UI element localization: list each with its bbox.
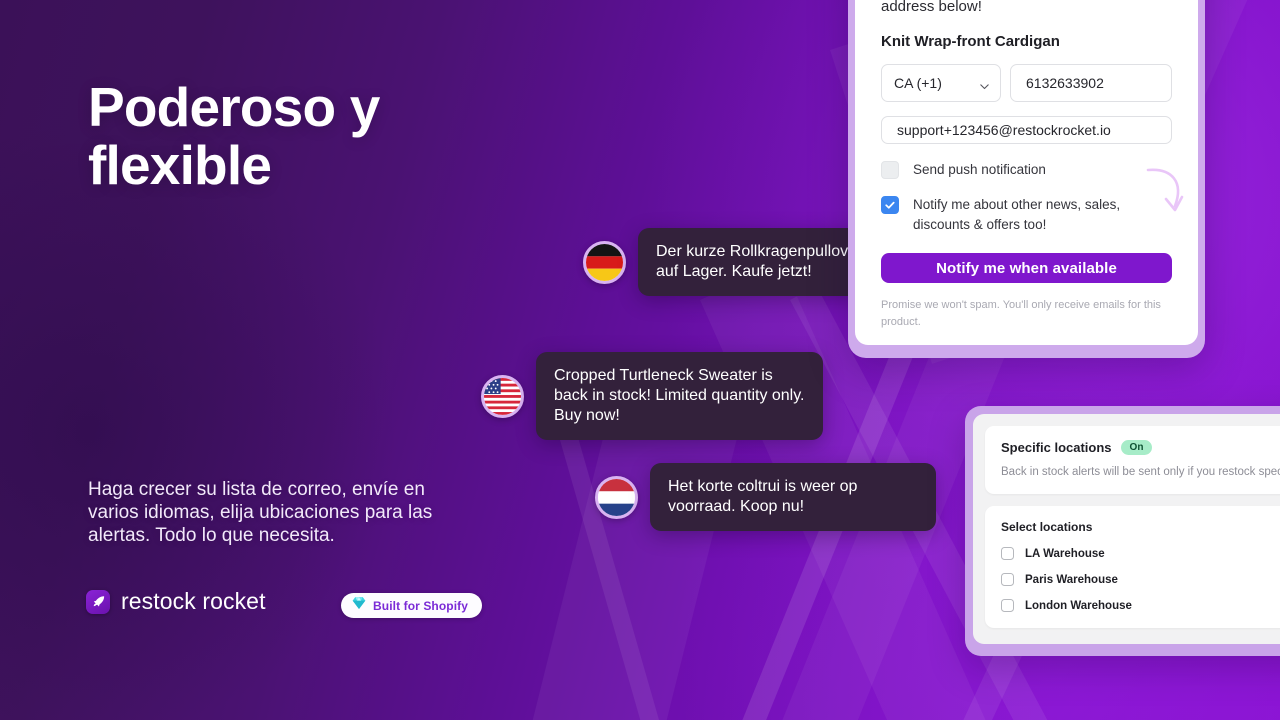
headline-line-1: Poderoso y [88,76,380,138]
gem-diamond-icon [351,595,367,616]
locations-card-frame: Specific locations On Back in stock aler… [965,406,1280,656]
status-badge: On [1120,440,1153,455]
select-locations-panel: Select locations LA Warehouse Paris Ware… [985,506,1280,628]
usa-flag-icon [481,374,524,418]
push-notification-label: Send push notification [913,162,1046,178]
product-title: Knit Wrap-front Cardigan [881,33,1060,50]
badge-label: Built for Shopify [373,598,469,613]
specific-locations-header: Specific locations On [1001,440,1280,455]
built-for-shopify-badge[interactable]: Built for Shopify [341,593,483,618]
signup-form-frame: address below! Knit Wrap-front Cardigan … [848,0,1205,358]
phone-number-input[interactable]: 6132633902 [1010,64,1172,102]
location-label: LA Warehouse [1025,547,1105,560]
background-glow-left [0,120,400,720]
hero-headline: Poderoso y flexible [88,78,518,194]
form-intro-text: address below! [881,0,982,15]
location-item[interactable]: London Warehouse [1001,599,1280,612]
notification-bubble-en: Cropped Turtleneck Sweater is back in st… [481,352,823,440]
brand-name: restock rocket [121,588,266,614]
push-notification-checkbox-row[interactable]: Send push notification [881,160,1172,180]
notify-me-button[interactable]: Notify me when available [881,253,1172,283]
germany-flag-icon [583,240,626,284]
location-checkbox-la[interactable] [1001,547,1014,560]
location-checkbox-london[interactable] [1001,599,1014,612]
location-label: London Warehouse [1025,599,1132,612]
netherlands-flag-icon [595,475,638,519]
location-item[interactable]: LA Warehouse [1001,547,1280,560]
location-checkbox-paris[interactable] [1001,573,1014,586]
marketing-banner: Poderoso y flexible Haga crecer su lista… [0,0,1280,720]
phone-input-row: CA (+1) 6132633902 [881,64,1172,102]
location-label: Paris Warehouse [1025,573,1118,586]
signup-form-card: address below! Knit Wrap-front Cardigan … [855,0,1198,345]
country-code-value: CA (+1) [894,75,942,91]
chevron-down-icon [979,79,989,89]
marketing-optin-label: Notify me about other news, sales, disco… [913,197,1121,233]
specific-locations-title: Specific locations [1001,440,1112,455]
select-locations-label: Select locations [1001,520,1093,534]
bubble-text: Cropped Turtleneck Sweater is back in st… [536,352,823,440]
specific-locations-description: Back in stock alerts will be sent only i… [1001,466,1280,478]
location-item[interactable]: Paris Warehouse [1001,573,1280,586]
headline-line-2: flexible [88,134,272,196]
brand-lockup: restock rocket [86,588,266,615]
form-fineprint: Promise we won't spam. You'll only recei… [881,299,1161,328]
email-input[interactable]: support+123456@restockrocket.io [881,116,1172,145]
hero-subtext: Haga crecer su lista de correo, envíe en… [88,479,433,546]
specific-locations-panel: Specific locations On Back in stock aler… [985,426,1280,494]
locations-card-inner: Specific locations On Back in stock aler… [973,414,1280,644]
country-code-select[interactable]: CA (+1) [881,64,1001,102]
marketing-optin-checkbox[interactable] [881,196,899,215]
bubble-text: Het korte coltrui is weer op voorraad. K… [650,463,936,531]
notification-bubble-nl: Het korte coltrui is weer op voorraad. K… [595,463,936,531]
rocket-icon [86,589,110,614]
push-notification-checkbox[interactable] [881,161,899,180]
marketing-optin-checkbox-row[interactable]: Notify me about other news, sales, disco… [881,195,1172,235]
